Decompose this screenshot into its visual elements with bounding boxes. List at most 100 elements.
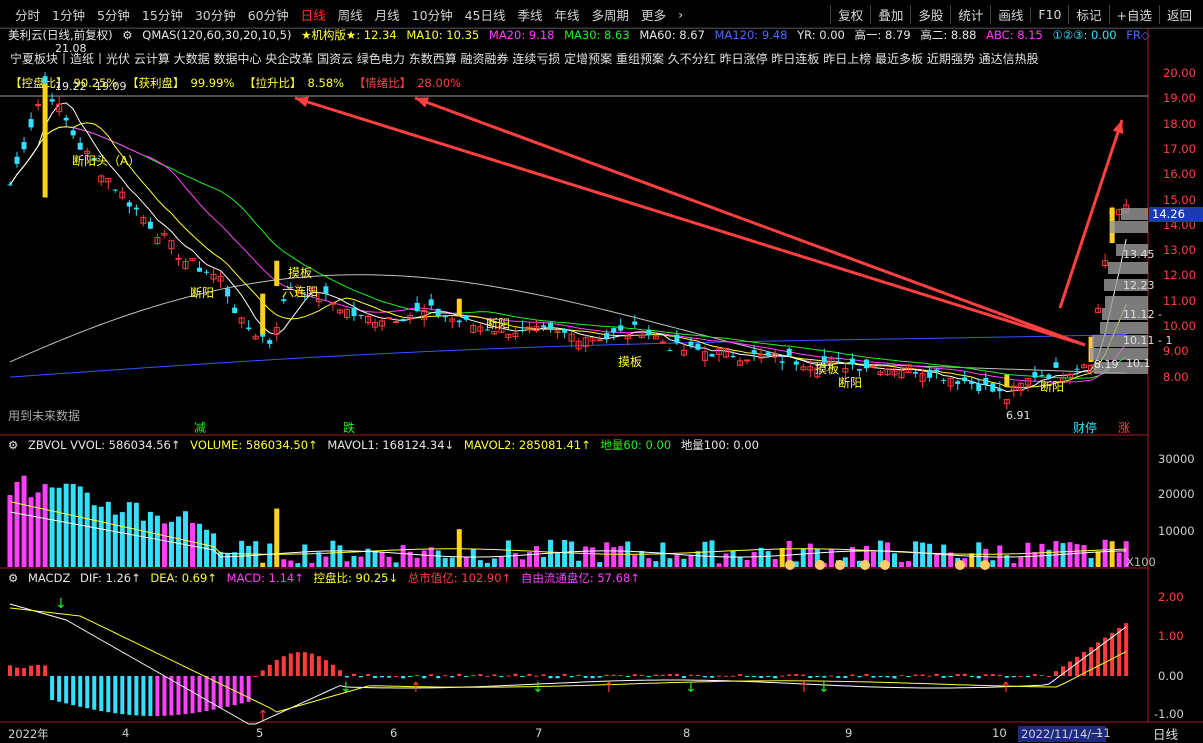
- volume-bar: [779, 548, 785, 567]
- macd-bar: [422, 676, 427, 679]
- macd-bar: [1053, 671, 1058, 676]
- macd-bar: [387, 676, 392, 678]
- macd-bar: [934, 673, 939, 676]
- macd-bar: [1039, 674, 1044, 676]
- vol-settings-icon[interactable]: ⚙: [8, 438, 18, 452]
- macd-bar: [717, 675, 722, 677]
- macd-bar: [941, 676, 946, 678]
- volume-marker: [785, 560, 795, 570]
- macd-bar: [920, 674, 925, 676]
- candle-down: [695, 343, 701, 350]
- macd-settings-icon[interactable]: ⚙: [8, 571, 18, 585]
- macd-bar: [681, 676, 686, 678]
- macd-bar: [583, 676, 588, 678]
- macd-bar: [541, 674, 546, 676]
- kpb-value: 控盘比: 90.25↓: [313, 571, 399, 585]
- volume-bar: [147, 511, 153, 567]
- macd-bar: [548, 676, 553, 679]
- volume-bar: [646, 558, 652, 567]
- macd-bar: [724, 675, 729, 677]
- macd-bar: [569, 676, 574, 678]
- macd-bar: [92, 676, 97, 710]
- volume-bar: [688, 555, 694, 567]
- macd-bar: [478, 674, 483, 676]
- volume-bar: [1102, 539, 1108, 567]
- candle-down: [197, 267, 203, 272]
- macd-bar: [204, 676, 209, 712]
- volume-bar: [379, 551, 385, 567]
- volume-legend: ⚙ ZBVOL VVOL: 586034.56↑ VOLUME: 586034.…: [8, 437, 765, 453]
- chip-price-label: 11.12 -: [1123, 308, 1162, 321]
- macd-bar: [660, 674, 665, 676]
- volume-bar: [232, 552, 238, 567]
- ma20-line: [9, 126, 1127, 383]
- volume-bar: [899, 561, 905, 567]
- macd-bar: [885, 676, 890, 678]
- macd-bar: [618, 675, 623, 677]
- up-arrow-icon: ↑: [798, 680, 810, 696]
- kline-chart[interactable]: ↓ ↑ ↓ ↑ ↓ ↑ ↓ ↑ ↓ ↑: [0, 0, 1203, 743]
- volume-bar: [1025, 542, 1031, 567]
- volume-bar: [246, 545, 252, 567]
- macd-bar: [197, 676, 202, 713]
- macd-bar: [71, 676, 76, 706]
- macd-bar: [141, 676, 146, 716]
- macd-bar: [281, 656, 286, 676]
- volume-bar: [505, 540, 511, 567]
- macd-bar: [674, 673, 679, 676]
- candle-down: [1039, 375, 1045, 377]
- volume-bar: [590, 547, 596, 567]
- macd-bar: [1124, 623, 1129, 676]
- volume-bar: [456, 529, 462, 567]
- volume-bar: [309, 562, 315, 567]
- highlight-candle: [456, 298, 462, 317]
- peak3-label: 19.09: [95, 80, 127, 93]
- volume-bar: [190, 522, 196, 567]
- price-tick: 20.00: [1163, 66, 1196, 80]
- volume-bar: [1018, 557, 1024, 567]
- volume-bar: [84, 492, 90, 567]
- macd-bar: [464, 676, 469, 677]
- macd-bar: [801, 674, 806, 676]
- volume-bar: [281, 559, 287, 567]
- price-tick: 13.00: [1163, 243, 1196, 258]
- candle-down: [112, 189, 118, 191]
- volume-bar: [337, 545, 343, 567]
- chip-bar: [1105, 296, 1148, 308]
- dea-value: DEA: 0.69↑: [150, 571, 217, 585]
- vol-unit: X100: [1126, 555, 1156, 569]
- macd-bar: [288, 653, 293, 676]
- macd-bar: [295, 652, 300, 676]
- macd-bar: [1004, 676, 1009, 678]
- volume-bar: [140, 520, 146, 567]
- candle-down: [604, 332, 610, 338]
- volume-bar: [484, 562, 490, 567]
- volume-marker: [980, 560, 990, 570]
- volume-bar: [35, 492, 41, 567]
- volume-bar: [892, 553, 898, 567]
- bottom-period-button[interactable]: 日线: [1153, 724, 1178, 743]
- volume-bar: [393, 562, 399, 567]
- macd-bar: [134, 676, 139, 716]
- macd-bar: [555, 676, 560, 679]
- volume-bar: [323, 556, 329, 567]
- volume-bar: [49, 487, 55, 567]
- volume-bar: [421, 550, 427, 567]
- chip-bar: [1121, 208, 1148, 220]
- volume-bar: [428, 547, 434, 567]
- chip-bar: [1100, 322, 1148, 334]
- candle-down: [562, 329, 568, 333]
- volume-bar: [583, 546, 589, 567]
- macd-bar: [857, 676, 862, 678]
- macd-bar: [183, 676, 188, 715]
- macd-bar: [359, 676, 363, 678]
- vol-axis-3: 10000: [1158, 524, 1195, 538]
- volume-bar: [1011, 563, 1017, 567]
- macd-bar: [1075, 656, 1080, 676]
- macd-bar: [36, 664, 41, 676]
- candle-down: [927, 369, 933, 378]
- volume-bar: [119, 512, 125, 567]
- volume-bar: [1095, 551, 1101, 567]
- date-tick: 4: [122, 726, 130, 740]
- macd-bar: [8, 665, 12, 676]
